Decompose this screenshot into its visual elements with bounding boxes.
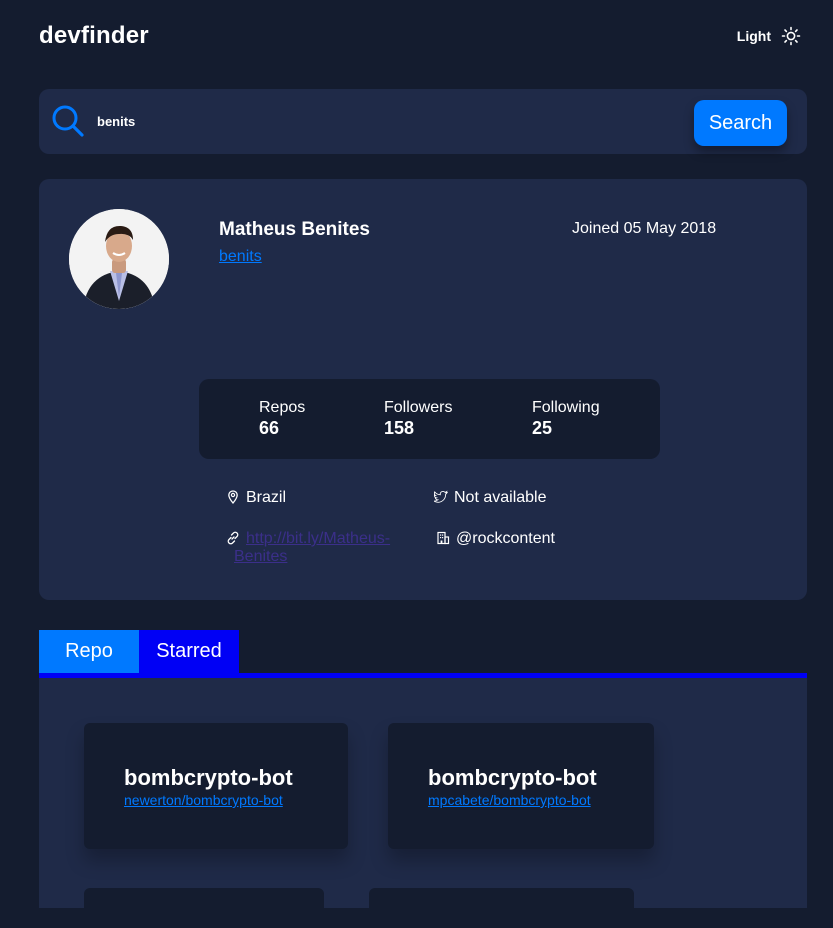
- search-input[interactable]: [97, 109, 657, 133]
- tab-starred[interactable]: Starred: [139, 630, 239, 673]
- stat-followers-label: Followers: [384, 399, 453, 416]
- stat-repos-label: Repos: [259, 399, 306, 416]
- blog-info: http://bit.ly/Matheus-Benites: [226, 530, 404, 566]
- location-text: Brazil: [246, 489, 287, 506]
- repo-full-name-link[interactable]: mpcabete/bombcrypto-bot: [428, 792, 591, 808]
- repo-card-partial: [84, 888, 324, 928]
- location-info: Brazil: [226, 489, 286, 507]
- company-info: @rockcontent: [436, 530, 555, 548]
- blog-link[interactable]: http://bit.ly/Matheus-Benites: [234, 530, 404, 566]
- joined-date: Joined 05 May 2018: [572, 220, 717, 237]
- stat-following: Following 25: [532, 399, 600, 439]
- stat-repos-value: 66: [259, 418, 280, 438]
- stat-following-label: Following: [532, 399, 600, 416]
- avatar-image: [69, 209, 169, 309]
- stat-followers-value: 158: [384, 418, 415, 438]
- profile-card: Matheus Benites benits Joined 05 May 201…: [39, 179, 807, 600]
- search-icon: [52, 105, 84, 137]
- location-pin-icon: [228, 490, 238, 504]
- stat-followers: Followers 158: [384, 399, 452, 439]
- profile-login-link[interactable]: benits: [219, 248, 262, 266]
- repo-card[interactable]: bombcrypto-bot newerton/bombcrypto-bot: [84, 723, 348, 849]
- twitter-info: Not available: [434, 489, 547, 507]
- theme-toggle-label: Light: [736, 28, 771, 44]
- stat-following-value: 25: [532, 418, 553, 438]
- tab-bar: Repo Starred: [39, 630, 239, 673]
- company-text: @rockcontent: [456, 530, 555, 547]
- twitter-icon: [434, 490, 448, 503]
- search-button[interactable]: Search: [694, 100, 787, 146]
- header: devfinder Light: [39, 22, 801, 50]
- avatar: [69, 209, 169, 309]
- repo-list: bombcrypto-bot newerton/bombcrypto-bot b…: [39, 678, 807, 928]
- profile-name: Matheus Benites: [219, 219, 370, 240]
- repo-name: bombcrypto-bot: [428, 765, 597, 790]
- repo-name: bombcrypto-bot: [124, 765, 293, 790]
- tab-repo[interactable]: Repo: [39, 630, 139, 673]
- theme-toggle[interactable]: Light: [737, 26, 801, 46]
- twitter-text: Not available: [454, 489, 547, 506]
- repo-card[interactable]: bombcrypto-bot mpcabete/bombcrypto-bot: [388, 723, 654, 849]
- app-logo: devfinder: [39, 22, 149, 49]
- search-bar: Search: [39, 89, 807, 154]
- stat-repos: Repos 66: [259, 399, 305, 439]
- repo-full-name-link[interactable]: newerton/bombcrypto-bot: [124, 792, 283, 808]
- repo-card-partial: [369, 888, 634, 928]
- sun-icon: [781, 26, 801, 46]
- building-icon: [437, 531, 450, 545]
- stats-panel: Repos 66 Followers 158 Following 25: [199, 379, 660, 459]
